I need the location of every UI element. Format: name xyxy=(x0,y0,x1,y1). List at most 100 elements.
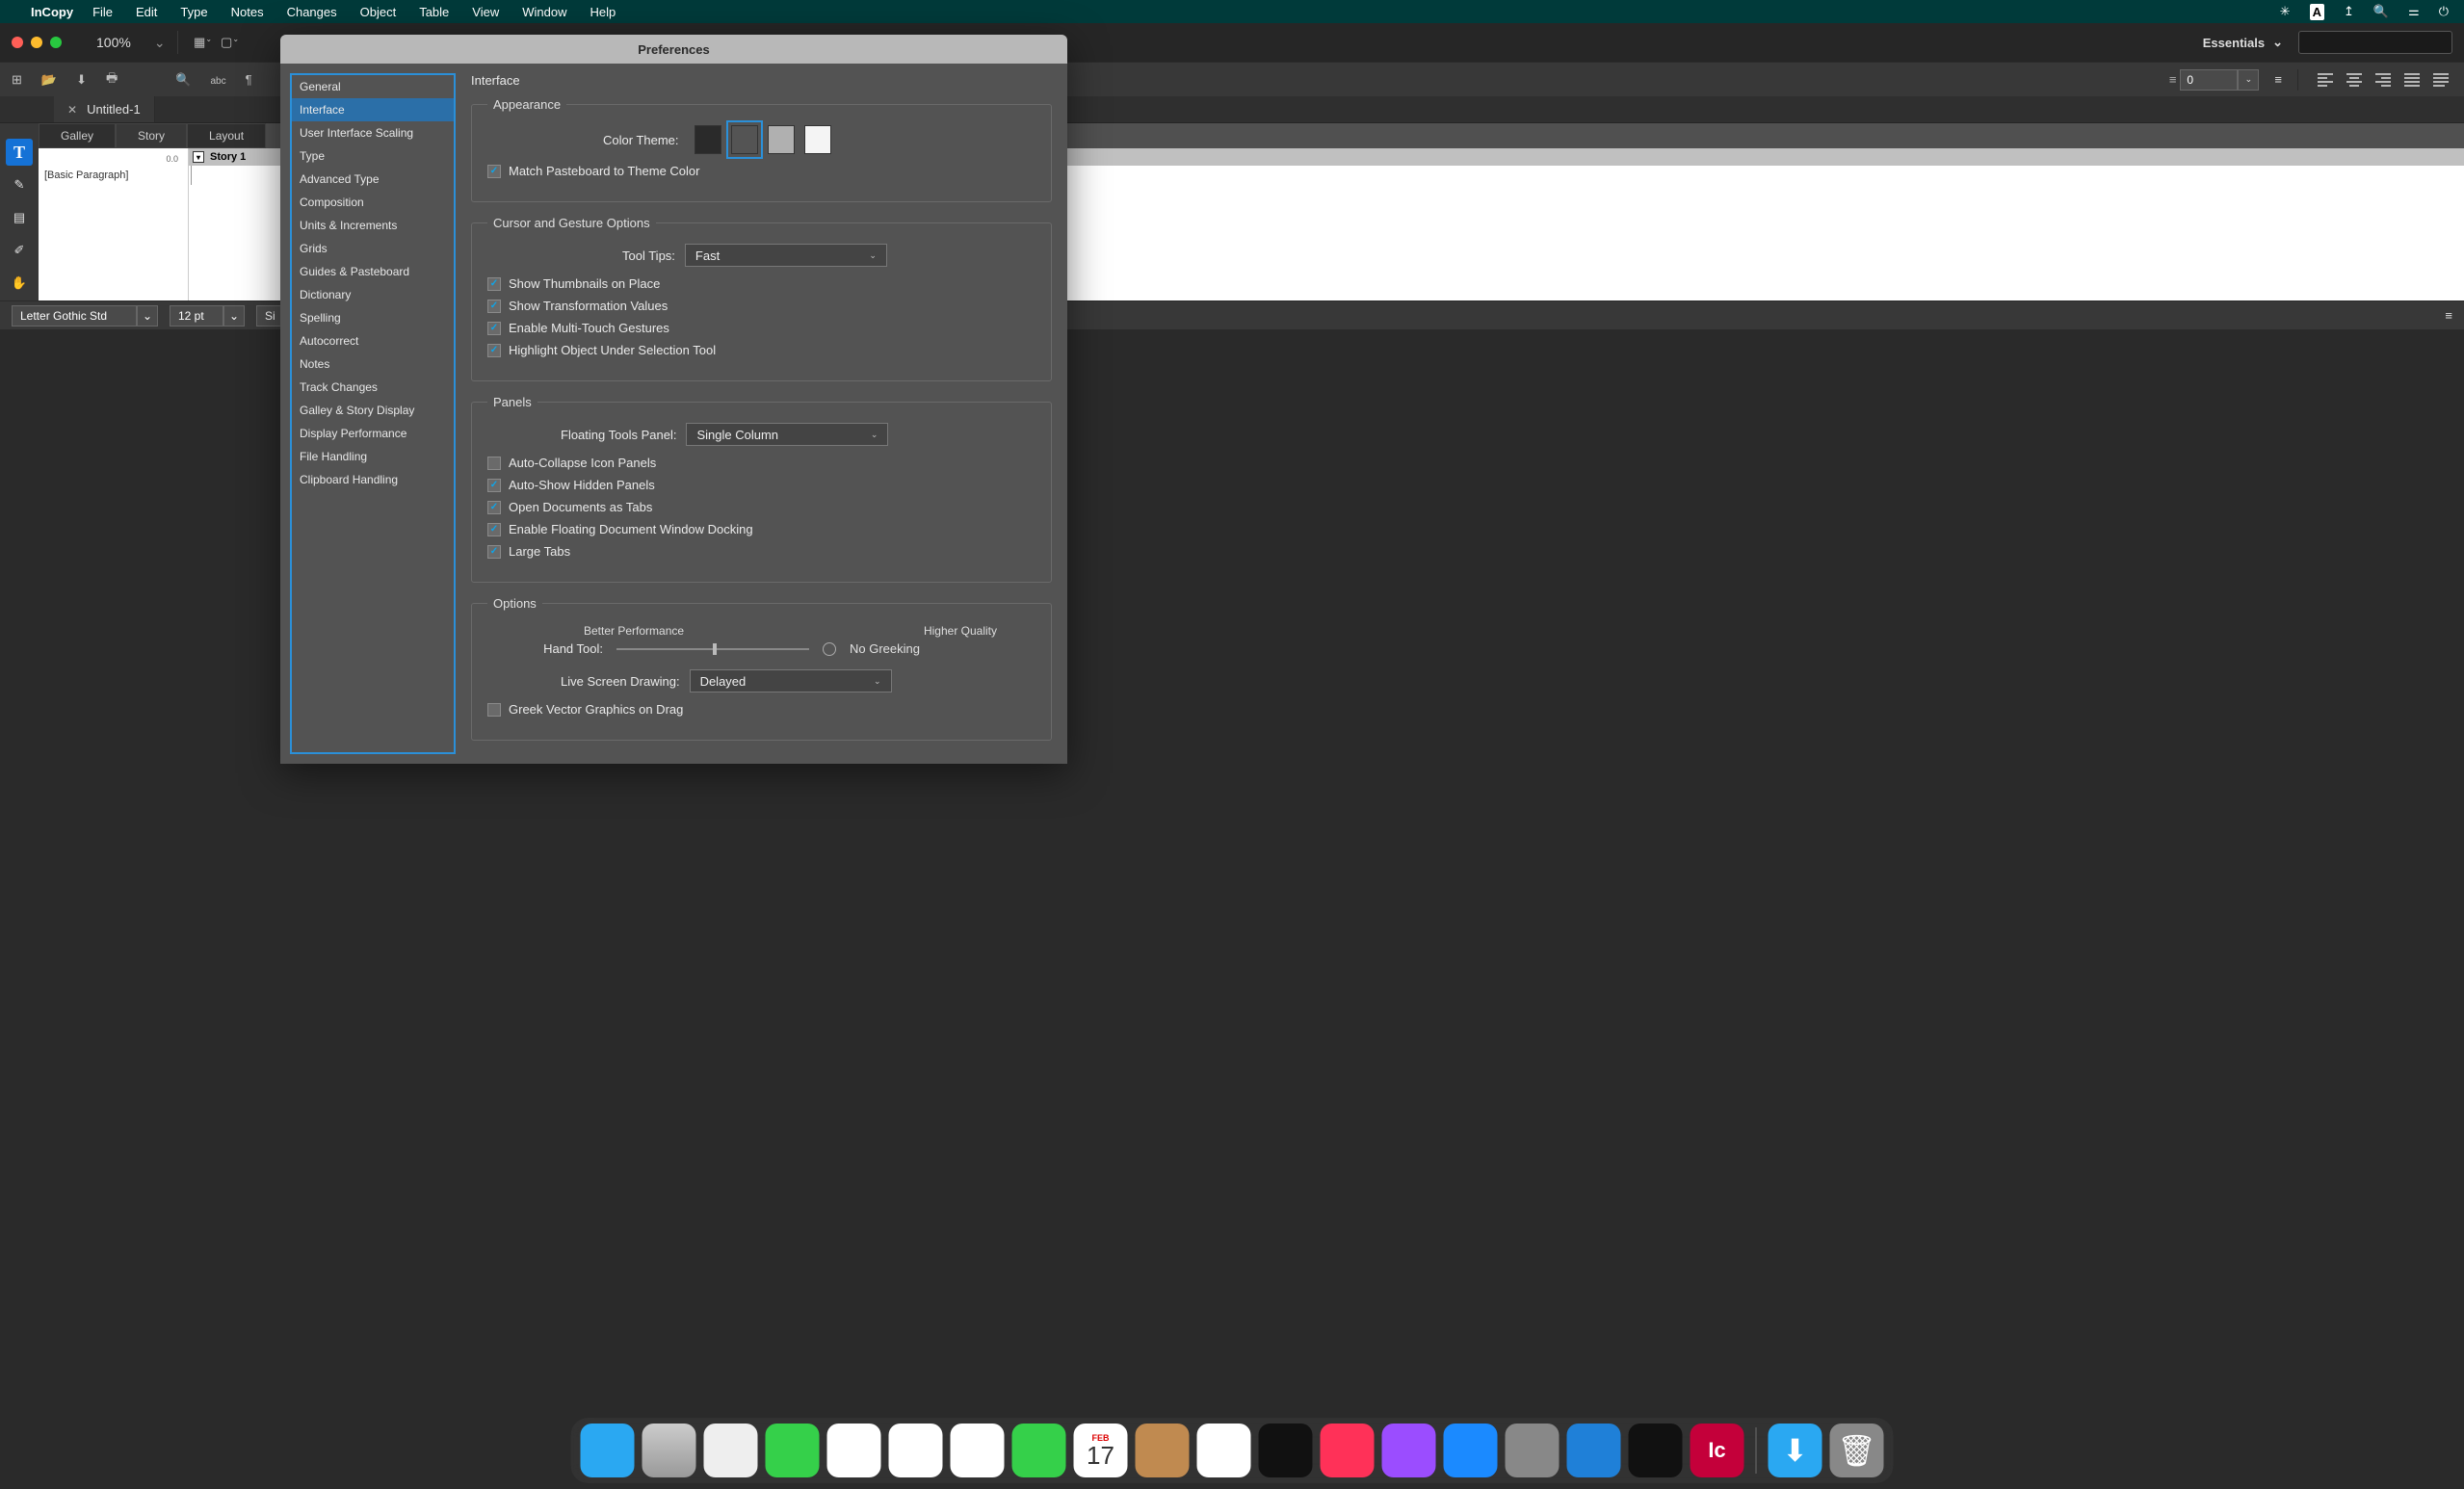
pref-sidebar-item-type[interactable]: Type xyxy=(292,144,454,168)
align-justify-icon[interactable] xyxy=(2400,68,2424,91)
type-tool[interactable]: T xyxy=(6,139,33,166)
pref-sidebar-item-dictionary[interactable]: Dictionary xyxy=(292,283,454,306)
pref-sidebar-item-display-performance[interactable]: Display Performance xyxy=(292,422,454,445)
menu-edit[interactable]: Edit xyxy=(136,5,157,19)
view-tab-story[interactable]: Story xyxy=(116,123,187,148)
open-icon[interactable]: 📂 xyxy=(41,72,57,88)
menu-file[interactable]: File xyxy=(92,5,113,19)
frame-fit-icon[interactable]: ▦⌄ xyxy=(190,35,217,50)
pref-sidebar-item-notes[interactable]: Notes xyxy=(292,353,454,376)
pref-sidebar-item-user-interface-scaling[interactable]: User Interface Scaling xyxy=(292,121,454,144)
color-theme-swatch-1[interactable] xyxy=(731,125,758,154)
match-pasteboard-checkbox[interactable] xyxy=(487,165,501,178)
window-close[interactable] xyxy=(12,37,23,48)
document-tab[interactable]: ✕ Untitled-1 xyxy=(54,96,155,122)
chevron-down-icon[interactable]: ⌄ xyxy=(2238,69,2259,91)
pref-sidebar-item-units-increments[interactable]: Units & Increments xyxy=(292,214,454,237)
align-right-icon[interactable] xyxy=(2372,68,2395,91)
checkbox-show-thumbnails-on-place[interactable] xyxy=(487,277,501,291)
checkbox-large-tabs[interactable] xyxy=(487,545,501,559)
color-theme-swatch-0[interactable] xyxy=(695,125,721,154)
color-theme-swatch-3[interactable] xyxy=(804,125,831,154)
pref-sidebar-item-interface[interactable]: Interface xyxy=(292,98,454,121)
checkbox-auto-collapse-icon-panels[interactable] xyxy=(487,457,501,470)
color-theme-swatch-2[interactable] xyxy=(768,125,795,154)
checkbox-highlight-object-under-selection-tool[interactable] xyxy=(487,344,501,357)
greek-vector-checkbox[interactable] xyxy=(487,703,501,717)
checkbox-auto-show-hidden-panels[interactable] xyxy=(487,479,501,492)
tooltips-dropdown[interactable]: Fast ⌄ xyxy=(685,244,887,267)
window-zoom[interactable] xyxy=(50,37,62,48)
pref-sidebar-item-composition[interactable]: Composition xyxy=(292,191,454,214)
close-icon[interactable]: ✕ xyxy=(67,103,77,117)
dock-finder-icon[interactable] xyxy=(581,1424,635,1477)
zoom-dropdown[interactable]: 100% ⌄ xyxy=(96,35,166,51)
dock-contacts-icon[interactable] xyxy=(1136,1424,1190,1477)
menu-table[interactable]: Table xyxy=(419,5,449,19)
pref-sidebar-item-file-handling[interactable]: File Handling xyxy=(292,445,454,468)
spotlight-icon[interactable]: 🔍 xyxy=(2373,4,2389,19)
pref-sidebar-item-galley-story-display[interactable]: Galley & Story Display xyxy=(292,399,454,422)
pref-sidebar-item-grids[interactable]: Grids xyxy=(292,237,454,260)
dock-mail-icon[interactable] xyxy=(827,1424,881,1477)
checkbox-open-documents-as-tabs[interactable] xyxy=(487,501,501,514)
pref-sidebar-item-clipboard-handling[interactable]: Clipboard Handling xyxy=(292,468,454,491)
no-greeking-radio[interactable] xyxy=(823,642,836,656)
view-tab-layout[interactable]: Layout xyxy=(187,123,266,148)
app-name[interactable]: InCopy xyxy=(31,5,73,19)
dock-notes-icon[interactable] xyxy=(1197,1424,1251,1477)
dock-terminal-icon[interactable] xyxy=(1629,1424,1683,1477)
leading-field[interactable]: ≡ ⌄ xyxy=(2169,69,2260,91)
workspace-dropdown[interactable]: Essentials ⌄ xyxy=(2203,35,2283,50)
spellcheck-icon[interactable]: abc xyxy=(210,72,225,87)
menu-notes[interactable]: Notes xyxy=(231,5,264,19)
pref-sidebar-item-autocorrect[interactable]: Autocorrect xyxy=(292,329,454,353)
save-icon[interactable]: ⬇ xyxy=(76,72,87,88)
search-input[interactable] xyxy=(2298,31,2452,54)
menu-changes[interactable]: Changes xyxy=(287,5,337,19)
frame-options-icon[interactable]: ▢⌄ xyxy=(217,35,244,50)
align-justify-all-icon[interactable] xyxy=(2429,68,2452,91)
menu-object[interactable]: Object xyxy=(360,5,397,19)
pref-sidebar-item-general[interactable]: General xyxy=(292,75,454,98)
power-icon[interactable]: ⏻ xyxy=(2439,4,2449,19)
dock-appstore-icon[interactable] xyxy=(1444,1424,1498,1477)
dock-maps-icon[interactable] xyxy=(889,1424,943,1477)
leading-input[interactable] xyxy=(2180,69,2238,91)
live-screen-drawing-dropdown[interactable]: Delayed ⌄ xyxy=(690,669,892,692)
dock-music-icon[interactable] xyxy=(1321,1424,1375,1477)
dock-trash-icon[interactable]: 🗑 xyxy=(1830,1424,1884,1477)
dock-incopy-icon[interactable]: Ic xyxy=(1691,1424,1744,1477)
floating-tools-dropdown[interactable]: Single Column ⌄ xyxy=(686,423,888,446)
print-icon[interactable]: 🖶 xyxy=(106,69,118,91)
window-minimize[interactable] xyxy=(31,37,42,48)
font-family-dropdown[interactable]: Letter Gothic Std ⌄ xyxy=(12,305,158,327)
menu-icon[interactable]: ≡ xyxy=(2274,72,2282,87)
hand-tool[interactable]: ✋ xyxy=(6,270,33,297)
pref-sidebar-item-spelling[interactable]: Spelling xyxy=(292,306,454,329)
menu-type[interactable]: Type xyxy=(180,5,207,19)
dock-settings-icon[interactable] xyxy=(1506,1424,1560,1477)
dock-podcasts-icon[interactable] xyxy=(1382,1424,1436,1477)
position-tool[interactable]: ▤ xyxy=(6,204,33,231)
menu-view[interactable]: View xyxy=(472,5,499,19)
dock-safari-icon[interactable] xyxy=(704,1424,758,1477)
note-tool[interactable]: ✎ xyxy=(6,171,33,198)
bug-icon[interactable]: ✳ xyxy=(2280,4,2291,19)
find-icon[interactable]: 🔍 xyxy=(175,72,191,88)
view-tab-galley[interactable]: Galley xyxy=(39,123,116,148)
dock-facetime-icon[interactable] xyxy=(1012,1424,1066,1477)
menu-help[interactable]: Help xyxy=(590,5,616,19)
twirl-icon[interactable]: ▾ xyxy=(193,151,204,163)
checkbox-enable-floating-document-window-docking[interactable] xyxy=(487,523,501,536)
dock-calendar-icon[interactable]: FEB17 xyxy=(1074,1424,1128,1477)
hand-tool-slider[interactable] xyxy=(616,648,809,650)
dock-launchpad-icon[interactable] xyxy=(642,1424,696,1477)
font-size-dropdown[interactable]: 12 pt ⌄ xyxy=(170,305,245,327)
new-doc-icon[interactable]: ⊞ xyxy=(12,72,22,88)
dock-downloads-icon[interactable]: ⬇ xyxy=(1769,1424,1822,1477)
pref-sidebar-item-track-changes[interactable]: Track Changes xyxy=(292,376,454,399)
align-left-icon[interactable] xyxy=(2314,68,2337,91)
checkbox-enable-multi-touch-gestures[interactable] xyxy=(487,322,501,335)
menu-window[interactable]: Window xyxy=(522,5,566,19)
